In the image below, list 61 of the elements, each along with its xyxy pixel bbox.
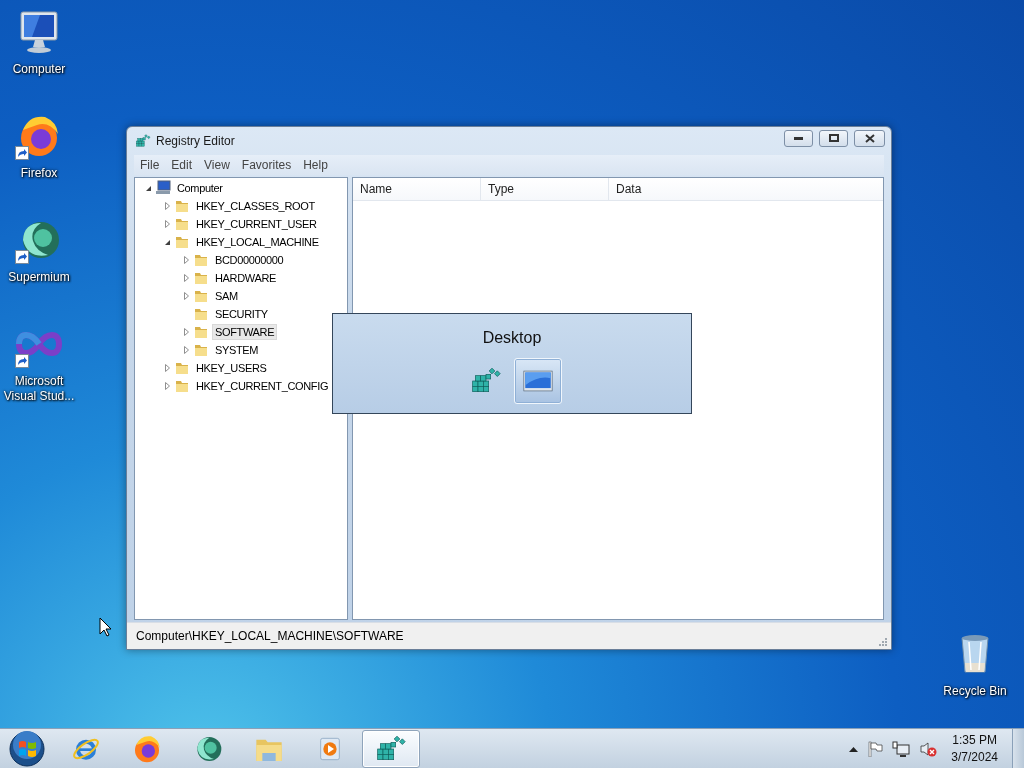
flag-icon[interactable] (867, 740, 884, 757)
icon-label: Firefox (19, 166, 59, 181)
folder-icon (174, 216, 190, 232)
tree-item[interactable]: HKEY_USERS (193, 360, 270, 376)
menu-item[interactable]: View (198, 158, 236, 172)
folder-icon (174, 360, 190, 376)
tree-item[interactable]: HKEY_CURRENT_CONFIG (193, 378, 332, 394)
menu-item[interactable]: Favorites (235, 158, 298, 172)
close-icon (864, 133, 875, 143)
chevron-up-icon[interactable] (849, 745, 859, 752)
clock-date[interactable]: 3/7/2024 (951, 748, 998, 766)
folder-icon (193, 270, 209, 286)
network-icon[interactable] (892, 740, 911, 757)
tree-item[interactable]: Computer (174, 180, 226, 196)
folder-icon (193, 288, 209, 304)
folder-icon (193, 324, 209, 340)
folder-icon (193, 342, 209, 358)
icon-label: Microsoft Visual Stud... (2, 374, 76, 404)
tree-item[interactable]: HKEY_CURRENT_USER (193, 216, 320, 232)
tree-item[interactable]: SAM (212, 288, 241, 304)
status-text: Computer\HKEY_LOCAL_MACHINE\SOFTWARE (136, 629, 404, 643)
shortcut-arrow-icon (15, 354, 29, 368)
icon-label: Computer (11, 62, 67, 77)
icon-label: Supermium (7, 270, 71, 285)
clock-time[interactable]: 1:35 PM (952, 731, 997, 749)
column-header[interactable]: Data (609, 178, 883, 200)
shortcut-arrow-icon (15, 146, 29, 160)
muted-speaker-icon[interactable] (919, 740, 938, 757)
folder-icon (174, 234, 190, 250)
mouse-pointer-icon (99, 617, 112, 637)
column-header[interactable]: Type (481, 178, 609, 200)
menu-item[interactable]: Edit (165, 158, 199, 172)
shortcut-arrow-icon (15, 250, 29, 264)
tree-item[interactable]: BCD00000000 (212, 252, 287, 268)
window-thumbnail[interactable] (514, 358, 562, 404)
folder-icon (193, 306, 209, 322)
switcher-title: Desktop (482, 329, 542, 348)
tree-item[interactable]: SYSTEM (212, 342, 262, 358)
minimize-button[interactable] (784, 129, 813, 147)
computer-icon (155, 180, 171, 196)
tree-item[interactable]: HKEY_CLASSES_ROOT (193, 198, 318, 214)
column-header[interactable]: Name (353, 178, 481, 200)
folder-icon (193, 252, 209, 268)
taskbar-button[interactable] (362, 729, 420, 768)
start-orb-icon (9, 730, 45, 767)
menu-item[interactable]: Help (297, 158, 334, 172)
tree-item[interactable]: HARDWARE (212, 270, 279, 286)
icon-label: Recycle Bin (942, 684, 1008, 699)
tree-item[interactable]: SECURITY (212, 306, 271, 322)
folder-icon (174, 198, 190, 214)
maximize-icon (828, 134, 839, 142)
close-button[interactable] (854, 129, 885, 147)
cubes-icon (135, 133, 151, 149)
maximize-button[interactable] (819, 129, 848, 147)
folder-icon (174, 378, 190, 394)
window-title: Registry Editor (156, 134, 236, 148)
tree-item[interactable]: SOFTWARE (212, 324, 278, 340)
resize-grip-icon[interactable] (878, 637, 887, 646)
menu-item[interactable]: File (134, 158, 166, 172)
minimize-icon (794, 136, 803, 140)
tree-item[interactable]: HKEY_LOCAL_MACHINE (193, 234, 322, 250)
